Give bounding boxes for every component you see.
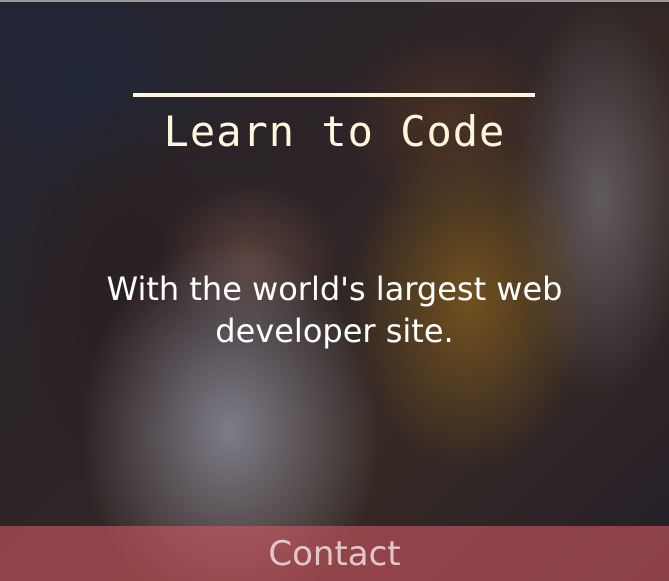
hero-title: Learn to Code	[163, 107, 506, 156]
hero-subtitle: With the world's largest web developer s…	[106, 270, 563, 350]
top-border	[0, 0, 669, 2]
contact-button[interactable]: Contact	[0, 526, 669, 581]
hero-section: Learn to Code With the world's largest w…	[0, 0, 669, 581]
title-rule	[133, 93, 535, 97]
contact-label: Contact	[268, 533, 401, 574]
